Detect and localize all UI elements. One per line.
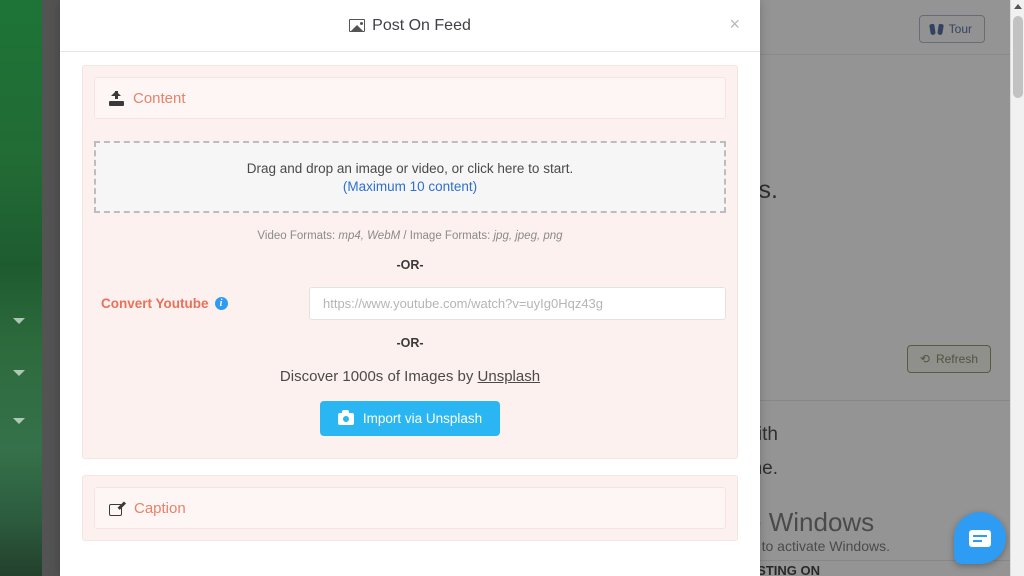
chat-fab-button[interactable] (954, 512, 1006, 564)
unsplash-button-wrap: Import via Unsplash (83, 401, 737, 458)
upload-icon (109, 90, 124, 106)
caption-section-header: Caption (94, 487, 726, 529)
unsplash-link[interactable]: Unsplash (478, 368, 541, 385)
scrollbar-thumb[interactable] (1013, 16, 1023, 98)
file-dropzone[interactable]: Drag and drop an image or video, or clic… (94, 141, 726, 213)
import-via-unsplash-button[interactable]: Import via Unsplash (319, 401, 501, 436)
content-section-header: Content (94, 77, 726, 119)
caption-section-label: Caption (134, 499, 186, 517)
youtube-convert-row: Convert Youtube i (83, 287, 737, 320)
modal-title: Post On Feed (349, 17, 471, 35)
caption-panel: Caption (82, 475, 738, 541)
modal-header: Post On Feed × (60, 0, 760, 52)
content-section-label: Content (133, 89, 186, 107)
scroll-up-arrow-icon[interactable] (1014, 4, 1022, 9)
youtube-url-input[interactable] (309, 287, 726, 320)
edit-pencil-icon (109, 500, 127, 516)
or-divider-2: -OR- (396, 336, 424, 350)
youtube-label: Convert Youtube i (94, 296, 309, 311)
close-icon[interactable]: × (723, 13, 746, 35)
formats-separator: / Image Formats: (403, 230, 491, 242)
formats-image-value: jpg, jpeg, png (493, 230, 563, 242)
content-panel: Content Drag and drop an image or video,… (82, 65, 738, 459)
or-divider-1: -OR- (396, 258, 424, 272)
dropzone-max-text: (Maximum 10 content) (342, 178, 478, 194)
image-icon (349, 19, 366, 32)
unsplash-discover-text: Discover 1000s of Images by Unsplash (83, 368, 737, 385)
app-sidebar[interactable] (0, 0, 42, 576)
discover-text: Discover 1000s of Images by (279, 368, 474, 385)
chevron-down-icon[interactable] (13, 318, 25, 324)
post-on-feed-modal: Post On Feed × Content Drag and drop an … (60, 0, 760, 576)
info-icon[interactable]: i (214, 297, 228, 310)
dropzone-main-text: Drag and drop an image or video, or clic… (246, 160, 574, 176)
modal-title-text: Post On Feed (372, 16, 471, 34)
import-unsplash-label: Import via Unsplash (362, 411, 483, 426)
screen: Tour es. ⟳ Refresh with ne. Activate Win… (0, 0, 1024, 576)
chat-bubble-icon (969, 529, 991, 547)
chevron-down-icon[interactable] (13, 418, 25, 424)
formats-video-value: mp4, WebM (338, 230, 401, 242)
modal-body: Content Drag and drop an image or video,… (60, 52, 760, 541)
camera-icon (337, 409, 354, 425)
supported-formats-text: Video Formats: mp4, WebM / Image Formats… (83, 230, 737, 242)
youtube-label-text: Convert Youtube (101, 296, 209, 311)
chevron-down-icon[interactable] (13, 370, 25, 376)
formats-video-label: Video Formats: (257, 230, 336, 242)
browser-scrollbar[interactable] (1010, 0, 1024, 576)
